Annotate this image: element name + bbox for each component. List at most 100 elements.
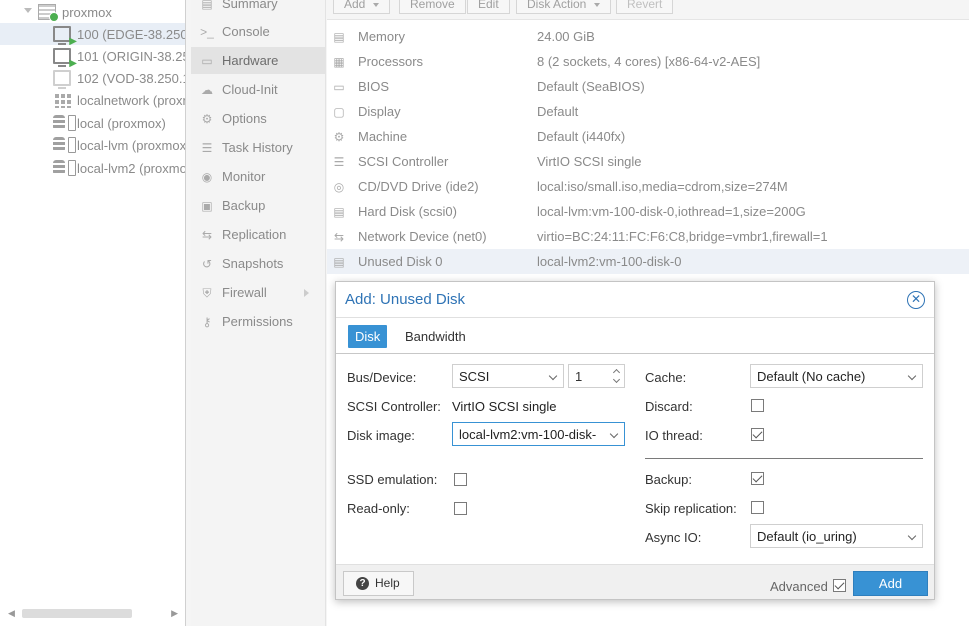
hardware-row-scsi-controller[interactable]: ☰ SCSI Controller VirtIO SCSI single (327, 149, 969, 174)
history-icon: ↺ (201, 256, 213, 271)
spin-down-icon[interactable] (612, 375, 621, 384)
help-button-label: Help (375, 576, 400, 590)
hardware-row-value: Default (537, 104, 579, 119)
hardware-row-label: Processors (358, 54, 424, 69)
hardware-row-value: Default (i440fx) (537, 129, 626, 144)
nav-item-options[interactable]: ⚙ Options (191, 105, 325, 132)
scrollbar-thumb[interactable] (22, 609, 132, 618)
nav-item-backup[interactable]: ▣ Backup (191, 192, 325, 219)
cache-select[interactable]: Default (No cache) (750, 364, 923, 388)
tree-node-proxmox[interactable]: proxmox (0, 1, 185, 23)
add-menu-button[interactable]: Add (333, 0, 391, 14)
cdrom-icon: ◎ (333, 179, 345, 194)
tree-node-vm-100[interactable]: 100 (EDGE-38.250. (0, 23, 185, 45)
dialog-header: Add: Unused Disk ✕ (336, 282, 934, 318)
disk-image-select[interactable]: local-lvm2:vm-100-disk- (452, 422, 625, 446)
discard-label: Discard: (645, 399, 693, 414)
async-io-select[interactable]: Default (io_uring) (750, 524, 923, 548)
vm-stopped-icon (53, 70, 71, 89)
tab-disk[interactable]: Disk (348, 325, 388, 348)
shield-icon: ⛨ (202, 285, 212, 300)
tree-node-label: 102 (VOD-38.250.1 (77, 70, 186, 86)
hardware-row-cdrom[interactable]: ◎ CD/DVD Drive (ide2) local:iso/small.is… (327, 174, 969, 199)
section-divider (645, 458, 923, 459)
device-number-spinner[interactable]: 1 (568, 364, 625, 388)
nav-item-label: Firewall (222, 285, 267, 300)
ssd-emulation-checkbox[interactable] (454, 473, 467, 486)
nav-item-cloud-init[interactable]: ☁ Cloud-Init (191, 76, 325, 103)
chevron-down-icon[interactable] (907, 531, 917, 541)
hardware-row-processors[interactable]: ▦ Processors 8 (2 sockets, 4 cores) [x86… (327, 49, 969, 74)
help-button[interactable]: ? Help (343, 571, 414, 596)
tree-node-localnetwork[interactable]: localnetwork (proxm (0, 89, 185, 111)
nav-item-label: Permissions (222, 314, 293, 329)
nav-item-snapshots[interactable]: ↺ Snapshots (191, 250, 325, 277)
nav-item-summary[interactable]: ▤ Summary (191, 0, 325, 17)
dialog-footer: ? Help Advanced Add (336, 564, 934, 599)
async-io-label: Async IO: (645, 530, 702, 545)
read-only-label: Read-only: (347, 501, 410, 516)
scroll-left-icon[interactable]: ◀ (8, 608, 15, 619)
advanced-checkbox[interactable] (833, 579, 846, 592)
tree-node-local-lvm[interactable]: local-lvm (proxmox (0, 134, 185, 156)
network-grid-icon (53, 92, 71, 108)
nav-item-label: Options (222, 111, 267, 126)
remove-button[interactable]: Remove (399, 0, 466, 14)
chevron-down-icon[interactable] (907, 371, 917, 381)
scroll-right-icon[interactable]: ▶ (171, 608, 178, 619)
hardware-row-value: 8 (2 sockets, 4 cores) [x86-64-v2-AES] (537, 54, 761, 69)
vm-config-nav: ▤ Summary >_ Console ▭ Hardware ☁ Cloud-… (191, 0, 326, 626)
floppy-icon: ▣ (201, 198, 213, 213)
hardware-row-unused-disk[interactable]: ▤ Unused Disk 0 local-lvm2:vm-100-disk-0 (327, 249, 969, 274)
tree-node-vm-102[interactable]: 102 (VOD-38.250.1 (0, 67, 186, 89)
nav-item-label: Console (222, 24, 270, 39)
nav-item-console[interactable]: >_ Console (191, 18, 325, 45)
nav-item-hardware[interactable]: ▭ Hardware (191, 47, 325, 74)
async-io-select-value: Default (io_uring) (757, 529, 857, 544)
hardware-row-network[interactable]: ⇆ Network Device (net0) virtio=BC:24:11:… (327, 224, 969, 249)
vm-running-icon (53, 48, 77, 67)
revert-button[interactable]: Revert (616, 0, 674, 14)
tree-node-label: local-lvm2 (proxmo (77, 160, 186, 176)
database-icon: ☰ (333, 154, 345, 169)
nav-item-label: Cloud-Init (222, 82, 278, 97)
hdd-icon: ▤ (333, 254, 345, 269)
close-icon[interactable]: ✕ (907, 291, 925, 309)
bus-select[interactable]: SCSI (452, 364, 564, 388)
hardware-row-memory[interactable]: ▤ Memory 24.00 GiB (327, 24, 969, 49)
nav-item-replication[interactable]: ⇆ Replication (191, 221, 325, 248)
discard-checkbox[interactable] (751, 399, 764, 412)
tree-horizontal-scrollbar[interactable]: ◀ ▶ (4, 606, 182, 620)
nav-item-task-history[interactable]: ☰ Task History (191, 134, 325, 161)
tree-node-vm-101[interactable]: 101 (ORIGIN-38.25 (0, 45, 185, 67)
nav-item-monitor[interactable]: ◉ Monitor (191, 163, 325, 190)
disk-image-label: Disk image: (347, 428, 415, 443)
nav-item-label: Backup (222, 198, 266, 213)
edit-button[interactable]: Edit (467, 0, 510, 14)
hardware-row-label: CD/DVD Drive (ide2) (358, 179, 479, 194)
monitor-icon: ▭ (201, 53, 213, 68)
tree-node-local[interactable]: local (proxmox) (0, 112, 185, 134)
desktop-icon: ▢ (333, 104, 345, 119)
io-thread-checkbox[interactable] (751, 428, 764, 441)
resource-tree: proxmox 100 (EDGE-38.250. 101 (ORIGIN-38… (0, 0, 186, 626)
server-icon (38, 4, 59, 22)
nav-item-permissions[interactable]: ⚷ Permissions (191, 308, 325, 335)
disk-action-button[interactable]: Disk Action (516, 0, 612, 14)
hardware-row-display[interactable]: ▢ Display Default (327, 99, 969, 124)
chevron-down-icon[interactable] (548, 371, 558, 381)
chevron-down-icon[interactable] (609, 429, 619, 439)
nav-item-firewall[interactable]: ⛨ Firewall (191, 279, 325, 306)
skip-replication-checkbox[interactable] (751, 501, 764, 514)
nav-item-label: Summary (222, 0, 278, 11)
add-button[interactable]: Add (853, 571, 928, 596)
tab-bandwidth[interactable]: Bandwidth (398, 325, 473, 348)
skip-replication-label: Skip replication: (645, 501, 737, 516)
read-only-checkbox[interactable] (454, 502, 467, 515)
hardware-row-value: 24.00 GiB (537, 29, 595, 44)
hardware-row-hard-disk[interactable]: ▤ Hard Disk (scsi0) local-lvm:vm-100-dis… (327, 199, 969, 224)
backup-checkbox[interactable] (751, 472, 764, 485)
tree-node-local-lvm2[interactable]: local-lvm2 (proxmo (0, 157, 186, 179)
hardware-row-machine[interactable]: ⚙ Machine Default (i440fx) (327, 124, 969, 149)
hardware-row-bios[interactable]: ▭ BIOS Default (SeaBIOS) (327, 74, 969, 99)
